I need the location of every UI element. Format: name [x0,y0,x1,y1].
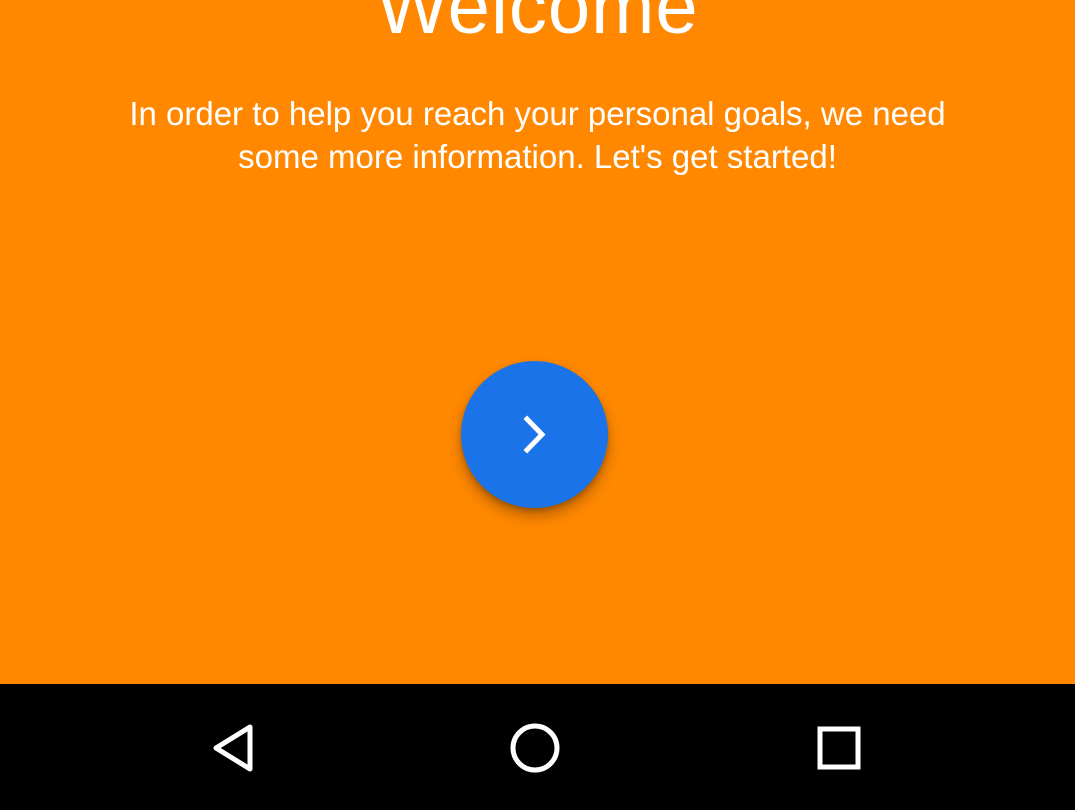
back-triangle-icon [213,724,253,772]
back-button[interactable] [193,708,273,788]
recents-button[interactable] [799,708,879,788]
home-circle-icon [510,723,560,773]
welcome-message: In order to help you reach your personal… [129,95,946,175]
next-button[interactable] [461,361,608,508]
home-button[interactable] [495,708,575,788]
page-title: Welcome [376,0,699,50]
recents-square-icon [817,726,861,770]
welcome-screen: Welcome In order to help you reach your … [0,0,1075,810]
chevron-right-icon [523,415,546,454]
welcome-content: Welcome In order to help you reach your … [0,0,1075,684]
system-navigation-bar [0,684,1075,810]
